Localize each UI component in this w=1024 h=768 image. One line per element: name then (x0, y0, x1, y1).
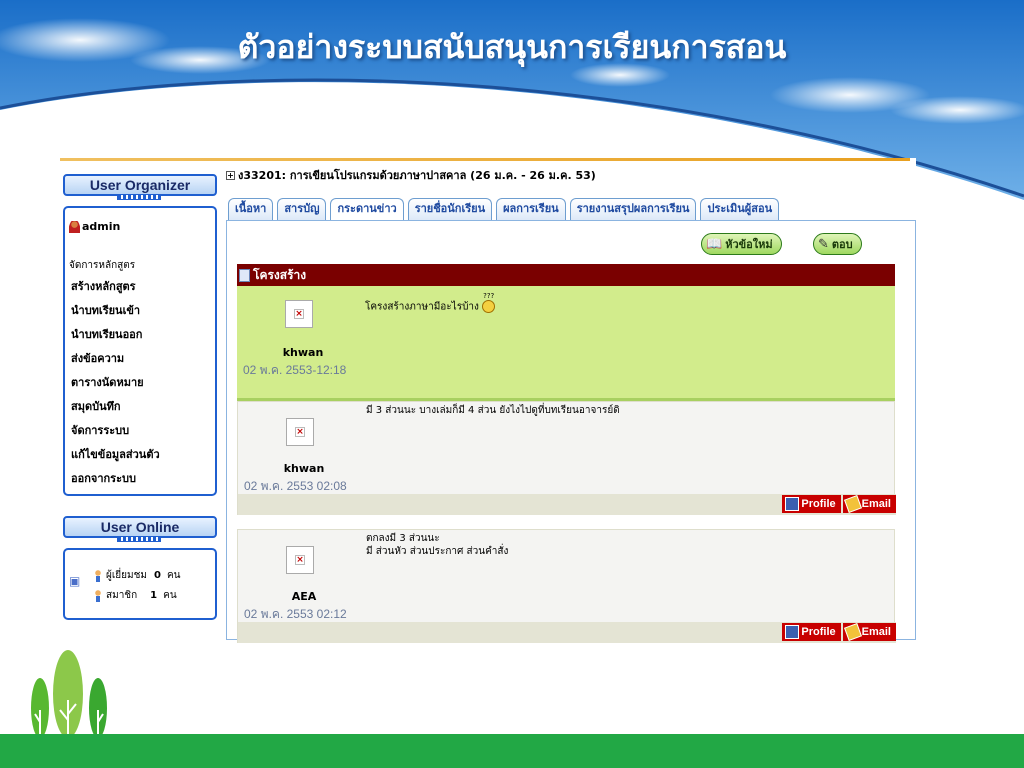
menu-item-remove-lesson[interactable]: นำบทเรียนออก (71, 328, 160, 352)
tree-logo (31, 650, 107, 738)
profile-button[interactable]: Profile (782, 495, 841, 513)
post-message: โครงสร้างภาษามีอะไรบ้าง ??? (365, 292, 496, 314)
email-label: Email (861, 498, 891, 510)
tab-grade-report[interactable]: รายงานสรุปผลการเรียน (569, 198, 697, 220)
document-icon (239, 268, 250, 282)
post-action-bar: Profile Email (238, 494, 896, 515)
user-icon (69, 220, 80, 233)
tab-content[interactable]: เนื้อหา (228, 198, 274, 220)
member-count: 1 (150, 590, 158, 601)
profile-label: Profile (801, 498, 836, 510)
menu-item-edit-profile[interactable]: แก้ไขข้อมูลส่วนตัว (71, 448, 160, 472)
menu-item-system-admin[interactable]: จัดการระบบ (71, 424, 160, 448)
member-label: สมาชิก (106, 590, 138, 601)
guest-count-row: ผู้เยี่ยมชม 0 คน (93, 568, 180, 583)
user-online-header: User Online (63, 516, 217, 542)
tab-contents[interactable]: สารบัญ (277, 198, 327, 220)
user-organizer-title: User Organizer (89, 177, 191, 193)
menu-item-import-lesson[interactable]: นำบทเรียนเข้า (71, 304, 160, 328)
profile-button[interactable]: Profile (782, 623, 841, 641)
footer-band (0, 734, 1024, 768)
course-title-text: ง33201: การเขียนโปรแกรมด้วยภาษาปาสคาล (2… (238, 169, 596, 182)
menu-item-notebook[interactable]: สมุดบันทึก (71, 400, 160, 424)
new-topic-button[interactable]: 📖 หัวข้อใหม่ (701, 233, 782, 255)
post-actions: Profile Email (782, 623, 896, 641)
tab-webboard[interactable]: กระดานข่าว (330, 198, 404, 221)
pencil-icon: ✎ (818, 236, 829, 252)
email-icon (843, 623, 862, 641)
user-organizer-panel: admin จัดการหลักสูตร สร้างหลักสูตร นำบทเ… (63, 206, 217, 496)
post-author: khwan (283, 462, 325, 475)
post-item: มี 3 ส่วนนะ บางเล่มก็มี 4 ส่วน ยังไงไปดู… (237, 401, 896, 515)
course-title: + ง33201: การเขียนโปรแกรมด้วยภาษาปาสคาล … (226, 166, 596, 184)
user-online-title: User Online (100, 519, 180, 535)
avatar-placeholder: × (286, 546, 314, 574)
course-tabs: เนื้อหา สารบัญ กระดานข่าว รายชื่อนักเรีย… (228, 198, 780, 221)
email-button[interactable]: Email (842, 495, 896, 513)
reply-label: ตอบ (831, 238, 853, 251)
slide-title: ตัวอย่างระบบสนับสนุนการเรียนการสอน (237, 28, 787, 66)
lms-screenshot: User Organizer admin จัดการหลักสูตร สร้า… (60, 158, 916, 643)
post-message: ตกลงมี 3 ส่วนนะ มี ส่วนหัว ส่วนประกาศ ส่… (366, 532, 508, 558)
post-author: khwan (282, 346, 324, 359)
smiley-question-marks: ??? (483, 292, 495, 300)
book-icon: 📖 (706, 236, 723, 252)
user-online-panel: ▣ ผู้เยี่ยมชม 0 คน สมาชิก 1 คน (63, 548, 217, 620)
post-message: มี 3 ส่วนนะ บางเล่มก็มี 4 ส่วน ยังไงไปดู… (366, 405, 620, 416)
email-icon (843, 495, 862, 513)
post-item: × โครงสร้างภาษามีอะไรบ้าง ??? khwan 02 พ… (237, 286, 895, 408)
username: admin (82, 220, 121, 233)
email-button[interactable]: Email (842, 623, 896, 641)
post-actions: Profile Email (782, 495, 896, 513)
profile-icon (785, 497, 800, 511)
broken-image-icon: × (295, 427, 305, 437)
menu-item-send-message[interactable]: ส่งข้อความ (71, 352, 160, 376)
user-organizer-header: User Organizer (63, 174, 217, 200)
member-icon (93, 589, 103, 602)
menu-item-schedule[interactable]: ตารางนัดหมาย (71, 376, 160, 400)
menu-item-create-course[interactable]: สร้างหลักสูตร (71, 280, 160, 304)
slide: ตัวอย่างระบบสนับสนุนการเรียนการสอน User … (0, 0, 1024, 768)
new-topic-label: หัวข้อใหม่ (725, 238, 773, 251)
guest-count: 0 (153, 570, 161, 581)
tab-grades[interactable]: ผลการเรียน (496, 198, 566, 220)
member-unit: คน (163, 590, 177, 601)
tab-evaluate-teacher[interactable]: ประเมินผู้สอน (700, 198, 780, 220)
guest-unit: คน (166, 570, 181, 581)
expand-icon[interactable]: + (226, 170, 235, 180)
post-date: 02 พ.ค. 2553-12:18 (243, 363, 347, 377)
header-dots-decoration (117, 536, 161, 542)
avatar-placeholder: × (285, 300, 313, 328)
post-action-bar: Profile Email (238, 622, 896, 643)
users-group-icon: ▣ (69, 574, 81, 588)
broken-image-icon: × (294, 309, 304, 319)
menu-item-logout[interactable]: ออกจากระบบ (71, 472, 160, 496)
organizer-menu: สร้างหลักสูตร นำบทเรียนเข้า นำบทเรียนออก… (71, 280, 160, 496)
post-item: ตกลงมี 3 ส่วนนะ มี ส่วนหัว ส่วนประกาศ ส่… (237, 529, 896, 643)
guest-label: ผู้เยี่ยมชม (106, 570, 147, 581)
menu-heading: จัดการหลักสูตร (69, 260, 136, 271)
topic-title: โครงสร้าง (253, 268, 307, 282)
top-accent-line (60, 158, 910, 161)
tab-student-list[interactable]: รายชื่อนักเรียน (407, 198, 493, 220)
email-label: Email (861, 626, 891, 638)
post-text-line-1: ตกลงมี 3 ส่วนนะ (366, 533, 440, 544)
post-text: โครงสร้างภาษามีอะไรบ้าง (365, 301, 479, 313)
webboard-content: 📖 หัวข้อใหม่ ✎ ตอบ โครงสร้าง × โครงสร้าง… (226, 220, 916, 643)
broken-image-icon: × (295, 555, 305, 565)
topic-header: โครงสร้าง (237, 264, 895, 286)
member-count-row: สมาชิก 1 คน (93, 588, 177, 603)
current-user: admin (69, 220, 120, 233)
post-text-line-2: มี ส่วนหัว ส่วนประกาศ ส่วนคำสั่ง (366, 546, 509, 557)
header-dots-decoration (117, 194, 161, 200)
avatar-placeholder: × (286, 418, 314, 446)
post-author: AEA (291, 590, 317, 603)
guest-icon (93, 569, 103, 582)
reply-button[interactable]: ✎ ตอบ (813, 233, 862, 255)
profile-icon (785, 625, 800, 639)
confused-smiley: ??? (482, 292, 496, 314)
profile-label: Profile (801, 626, 836, 638)
